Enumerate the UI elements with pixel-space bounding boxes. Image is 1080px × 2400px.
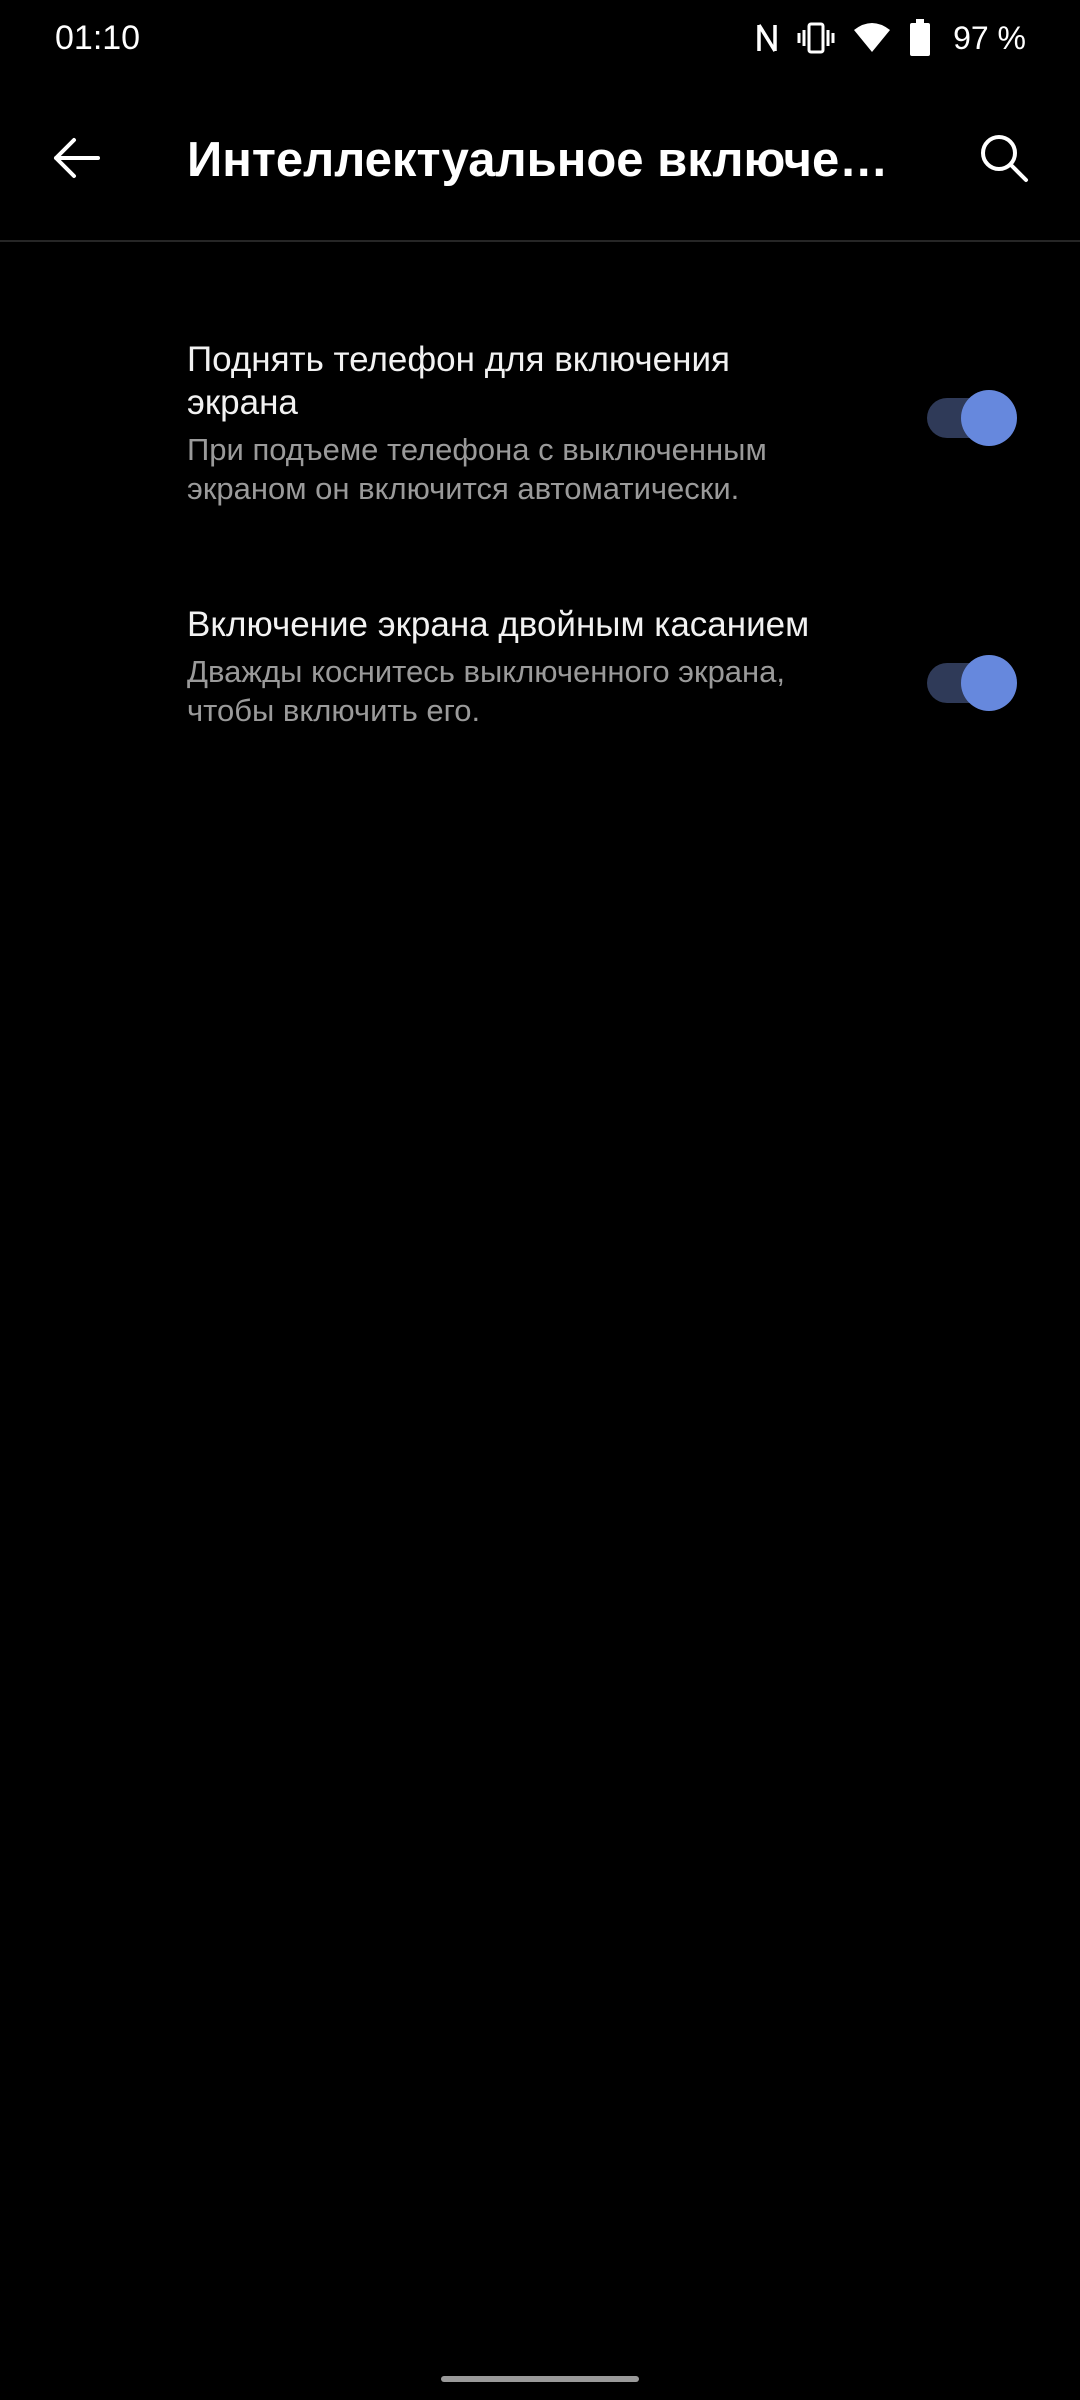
setting-text: Включение экрана двойным касанием Дважды…: [187, 603, 837, 730]
page-title: Интеллектуальное включени…: [187, 133, 917, 187]
search-button[interactable]: [964, 120, 1044, 200]
setting-title: Поднять телефон для включения экрана: [187, 340, 730, 422]
gesture-nav-handle[interactable]: [441, 2376, 639, 2382]
wifi-icon: [853, 22, 891, 54]
status-icons: 97 %: [755, 16, 1026, 60]
toggle-thumb: [961, 390, 1017, 446]
back-arrow-icon: [52, 136, 100, 185]
app-bar: Интеллектуальное включени…: [0, 80, 1080, 240]
setting-raise-to-wake[interactable]: Поднять телефон для включения экрана При…: [0, 330, 1080, 530]
setting-summary: Дважды коснитесь выключенного экрана, чт…: [187, 654, 786, 728]
double-tap-to-wake-toggle[interactable]: [925, 654, 1017, 712]
status-bar: 01:10 97 %: [0, 0, 1080, 80]
app-bar-divider: [0, 240, 1080, 242]
raise-to-wake-toggle[interactable]: [925, 389, 1017, 447]
setting-text: Поднять телефон для включения экрана При…: [187, 338, 837, 508]
toggle-thumb: [961, 655, 1017, 711]
setting-summary: При подъеме телефона с выключенным экран…: [187, 432, 767, 506]
vibrate-icon: [797, 21, 835, 55]
search-icon: [979, 133, 1029, 188]
status-time: 01:10: [55, 19, 141, 57]
battery-icon: [909, 19, 931, 57]
back-button[interactable]: [36, 120, 116, 200]
setting-double-tap-to-wake[interactable]: Включение экрана двойным касанием Дважды…: [0, 595, 1080, 795]
nfc-icon: [755, 21, 779, 55]
setting-title: Включение экрана двойным касанием: [187, 605, 810, 644]
battery-percentage: 97 %: [953, 20, 1026, 56]
